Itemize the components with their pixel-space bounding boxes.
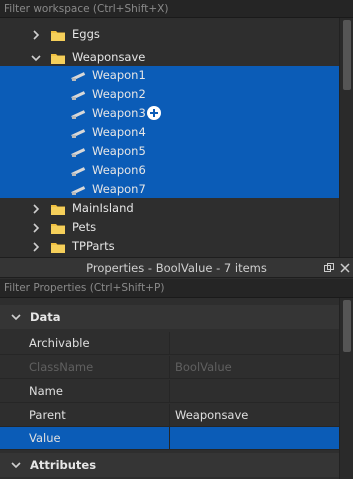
tree-item-label: Weapon1 (92, 68, 146, 82)
tree-item-label: MainIsland (72, 201, 134, 215)
prop-row-archivable[interactable]: Archivable (0, 332, 353, 355)
properties-title-bar: Properties - BoolValue - 7 items (0, 257, 353, 278)
tree-item-label: Weapon6 (92, 163, 146, 177)
prop-row-parent[interactable]: Parent Weaponsave (0, 404, 339, 427)
tree-item-eggs[interactable]: Eggs (0, 25, 339, 44)
tree-item-weapon4[interactable]: Weapon4 (0, 123, 339, 142)
properties-scrollbar[interactable] (339, 298, 353, 479)
properties-scroll-thumb[interactable] (343, 300, 351, 352)
folder-icon (51, 241, 65, 253)
tree-item-label: Eggs (72, 27, 100, 41)
tree-item-label: Weapon2 (92, 87, 146, 101)
tree-item-label: Weapon7 (92, 182, 146, 196)
prop-name: ClassName (0, 356, 170, 378)
explorer-scroll-thumb[interactable] (343, 20, 351, 90)
chevron-right-icon[interactable] (30, 29, 42, 41)
tree-item-weapon5[interactable]: Weapon5 (0, 142, 339, 161)
prop-value (171, 427, 353, 449)
explorer-scrollbar[interactable] (339, 18, 353, 257)
chevron-down-icon[interactable] (30, 52, 42, 64)
tree-item-weapon2[interactable]: Weapon2 (0, 85, 339, 104)
bool-value-icon (70, 88, 86, 102)
tree-item-tpparts[interactable]: TPParts (0, 237, 339, 256)
section-label: Data (30, 310, 61, 324)
bool-value-icon (70, 69, 86, 83)
tree-item-weapon3[interactable]: Weapon3 (0, 104, 339, 123)
explorer-tree: Eggs Weaponsave Weapon1 Weapon2 Weapon3 … (0, 18, 339, 257)
bool-value-icon (70, 164, 86, 178)
tree-item-label: TPParts (72, 239, 115, 253)
prop-row-name[interactable]: Name (0, 380, 339, 403)
prop-name: Archivable (0, 332, 170, 354)
parent-value-field[interactable]: Weaponsave (171, 404, 339, 426)
tree-item-mainisland[interactable]: MainIsland (0, 199, 339, 218)
tree-item-label: Pets (72, 220, 97, 234)
explorer-filter-input[interactable] (0, 0, 353, 17)
tree-item-label: Weaponsave (72, 50, 146, 64)
prop-name: Name (0, 380, 170, 402)
properties-filter-input[interactable] (0, 279, 353, 297)
chevron-right-icon[interactable] (30, 222, 42, 234)
tree-item-label: Weapon5 (92, 144, 146, 158)
bool-value-icon (70, 145, 86, 159)
explorer-filter-bar (0, 0, 353, 18)
tree-item-weapon6[interactable]: Weapon6 (0, 161, 339, 180)
section-label: Attributes (30, 458, 97, 472)
prop-row-classname: ClassName BoolValue (0, 356, 339, 379)
properties-title: Properties - BoolValue - 7 items (86, 260, 267, 275)
prop-name: Parent (0, 404, 170, 426)
bool-value-icon (70, 126, 86, 140)
folder-icon (51, 222, 65, 234)
add-object-icon[interactable] (147, 106, 161, 120)
folder-icon (51, 52, 65, 64)
tree-item-pets[interactable]: Pets (0, 218, 339, 237)
tree-item-weaponsave[interactable]: Weaponsave (0, 48, 339, 67)
prop-name: Value (0, 427, 170, 449)
chevron-down-icon[interactable] (10, 311, 22, 323)
prop-value (171, 332, 353, 354)
tree-item-label: Weapon3 (92, 106, 146, 120)
properties-grid: Data Archivable ClassName BoolValue Name… (0, 298, 353, 479)
studio-panels: Eggs Weaponsave Weapon1 Weapon2 (0, 0, 353, 479)
float-window-icon[interactable] (323, 262, 335, 274)
chevron-right-icon[interactable] (30, 203, 42, 215)
folder-icon (51, 29, 65, 41)
properties-filter-bar (0, 279, 353, 298)
chevron-right-icon[interactable] (30, 241, 42, 253)
close-icon[interactable] (339, 262, 351, 274)
section-attributes[interactable]: Attributes (0, 453, 339, 477)
tree-item-weapon1[interactable]: Weapon1 (0, 66, 339, 85)
name-value-field[interactable] (171, 380, 339, 402)
folder-icon (51, 203, 65, 215)
bool-value-icon (70, 183, 86, 197)
prop-value: BoolValue (175, 360, 232, 374)
bool-value-icon (70, 107, 86, 121)
tree-item-label: Weapon4 (92, 125, 146, 139)
section-data[interactable]: Data (0, 305, 339, 329)
tree-item-weapon7[interactable]: Weapon7 (0, 180, 339, 199)
chevron-down-icon[interactable] (10, 459, 22, 471)
prop-row-value[interactable]: Value (0, 427, 353, 450)
